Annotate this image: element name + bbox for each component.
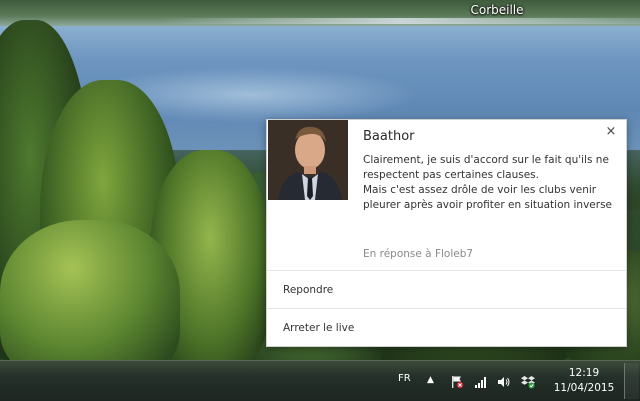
- tree: [0, 220, 180, 360]
- show-hidden-icons-icon[interactable]: ▲: [427, 375, 441, 389]
- system-clock[interactable]: 12:19 11/04/2015: [552, 366, 616, 396]
- language-indicator[interactable]: FR: [398, 373, 411, 384]
- notification-context: En réponse à Floleb7: [363, 248, 474, 260]
- show-desktop-button[interactable]: [624, 363, 639, 399]
- far-shore: [0, 0, 640, 26]
- notification-toast[interactable]: Baathor × Clairement, je suis d'accord s…: [266, 119, 627, 347]
- volume-icon[interactable]: [497, 374, 511, 388]
- avatar: [268, 120, 348, 200]
- message-line: Clairement, je suis d'accord sur le fait…: [363, 154, 609, 181]
- clock-time: 12:19: [568, 367, 600, 379]
- close-icon[interactable]: ×: [604, 125, 618, 139]
- reply-button[interactable]: Repondre: [267, 270, 626, 308]
- taskbar: FR ▲ 12:19 11/04/2015: [0, 360, 640, 401]
- notification-title: Baathor: [363, 129, 415, 144]
- message-line: Mais c'est assez drôle de voir les clubs…: [363, 184, 613, 211]
- action-center-flag-icon[interactable]: [450, 374, 464, 389]
- network-signal-icon[interactable]: [474, 374, 488, 388]
- clock-date: 11/04/2015: [553, 382, 615, 394]
- recycle-bin-label[interactable]: Corbeille: [452, 3, 542, 17]
- dropbox-icon[interactable]: [521, 374, 535, 389]
- notification-message: Clairement, je suis d'accord sur le fait…: [363, 153, 613, 213]
- stop-live-button[interactable]: Arreter le live: [267, 308, 626, 346]
